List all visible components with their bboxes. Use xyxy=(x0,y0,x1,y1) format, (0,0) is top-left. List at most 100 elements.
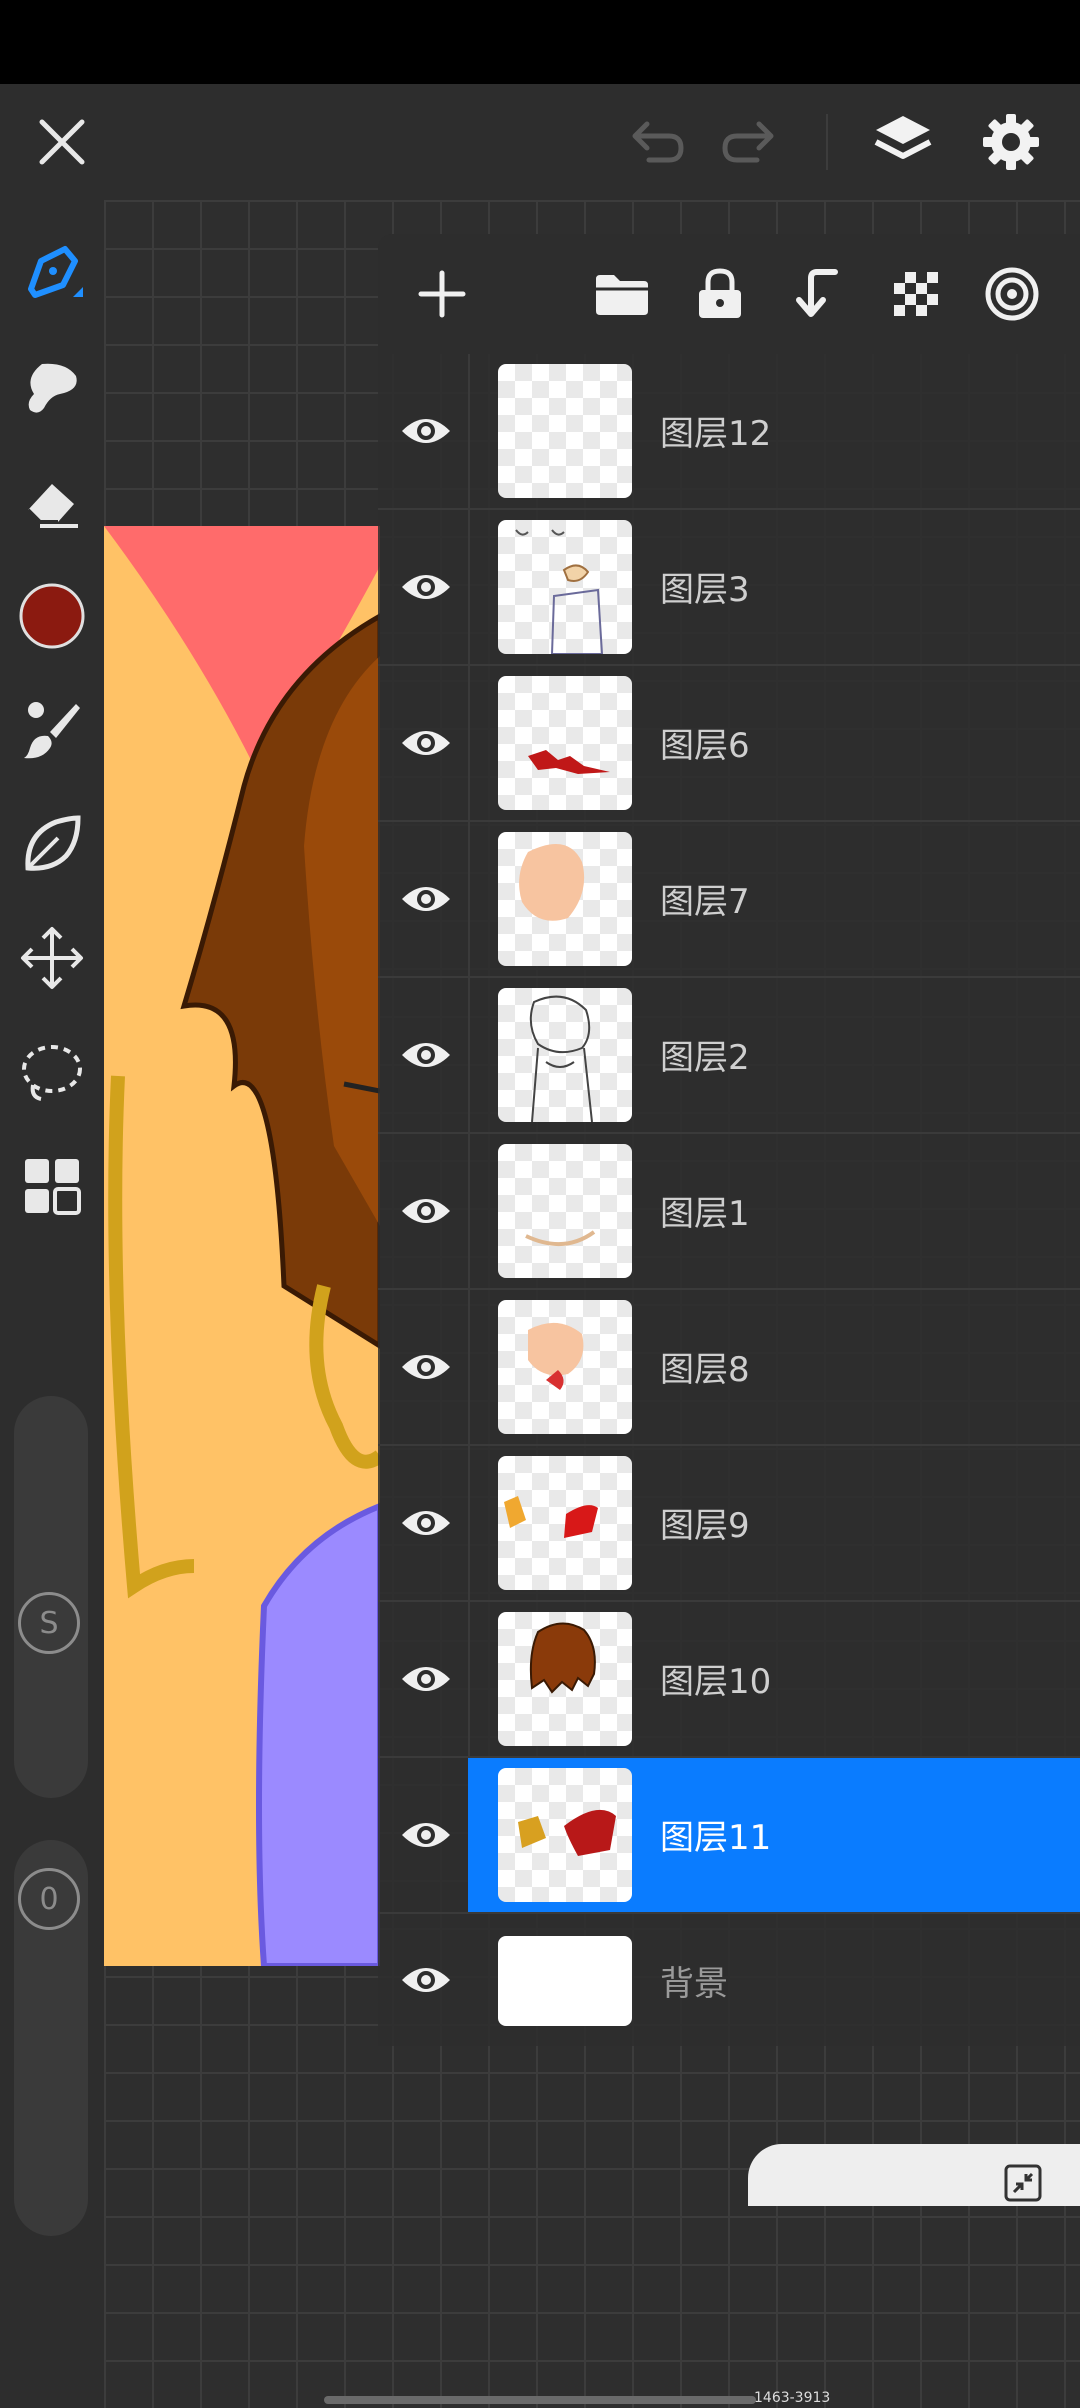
settings-button[interactable] xyxy=(974,106,1048,178)
visibility-toggle[interactable] xyxy=(398,869,454,929)
layer-name: 图层10 xyxy=(660,1662,772,1702)
visibility-toggle[interactable] xyxy=(398,557,454,617)
new-folder-button[interactable] xyxy=(588,260,656,328)
layer-name: 图层12 xyxy=(660,414,772,454)
opacity-slider-badge: 0 xyxy=(18,1868,80,1930)
thumbnail-drawing xyxy=(515,529,604,654)
left-toolbar: S 0 xyxy=(0,200,104,2408)
pen-icon xyxy=(28,246,83,298)
color-circle xyxy=(19,583,85,649)
eye-icon xyxy=(402,575,450,599)
transparency-button[interactable] xyxy=(882,260,950,328)
row-divider xyxy=(468,978,470,1132)
toolbar-divider xyxy=(826,114,828,170)
status-bar xyxy=(0,0,1080,84)
artwork-canvas[interactable] xyxy=(104,526,380,1966)
move-icon xyxy=(21,927,83,989)
thumbnail-drawing xyxy=(519,844,585,921)
eye-icon xyxy=(402,419,450,443)
visibility-toggle[interactable] xyxy=(398,1493,454,1553)
layer-row[interactable]: 图层2 xyxy=(378,978,1080,1134)
layer-name: 图层9 xyxy=(660,1506,750,1546)
layer-row[interactable]: 图层10 xyxy=(378,1602,1080,1758)
eye-icon xyxy=(402,731,450,755)
row-divider xyxy=(468,1290,470,1444)
gear-icon xyxy=(983,114,1039,170)
layers-button[interactable] xyxy=(866,106,940,178)
layer-name: 图层3 xyxy=(660,570,750,610)
eye-icon xyxy=(402,1199,450,1223)
eye-icon xyxy=(402,1823,450,1847)
add-layer-button[interactable] xyxy=(408,260,476,328)
layer-row[interactable]: 图层6 xyxy=(378,666,1080,822)
eye-icon xyxy=(402,1355,450,1379)
row-divider xyxy=(468,1134,470,1288)
layer-name: 图层6 xyxy=(660,726,750,766)
visibility-toggle[interactable] xyxy=(398,1805,454,1865)
row-divider xyxy=(468,822,470,976)
row-divider xyxy=(468,666,470,820)
target-button[interactable] xyxy=(978,260,1046,328)
layer-row-selected[interactable]: 图层11 xyxy=(378,1758,1080,1914)
visibility-toggle[interactable] xyxy=(398,1337,454,1397)
color-swatch[interactable] xyxy=(14,578,90,654)
layer-name: 图层1 xyxy=(660,1194,750,1234)
layer-row[interactable]: 图层1 xyxy=(378,1134,1080,1290)
row-divider xyxy=(468,510,470,664)
visibility-toggle[interactable] xyxy=(398,1025,454,1085)
visibility-toggle[interactable] xyxy=(398,1649,454,1709)
collapse-icon[interactable] xyxy=(1004,2164,1044,2204)
lasso-icon xyxy=(22,1045,82,1101)
layer-row[interactable]: 图层3 xyxy=(378,510,1080,666)
brush-tool[interactable] xyxy=(14,692,90,768)
transform-tool[interactable] xyxy=(14,920,90,996)
layer-row[interactable]: 图层12 xyxy=(378,354,1080,510)
layer-row[interactable]: 图层8 xyxy=(378,1290,1080,1446)
eye-icon xyxy=(402,887,450,911)
pen-tool[interactable] xyxy=(14,236,90,312)
lock-icon xyxy=(699,268,741,318)
size-slider-badge: S xyxy=(18,1592,80,1654)
visibility-toggle[interactable] xyxy=(398,1950,454,2010)
gallery-tool[interactable] xyxy=(14,1148,90,1224)
redo-button[interactable] xyxy=(716,108,786,176)
merge-down-icon xyxy=(796,269,838,317)
layer-thumbnail xyxy=(498,1768,632,1902)
layer-thumbnail xyxy=(498,1612,632,1746)
undo-icon xyxy=(632,121,684,163)
row-divider xyxy=(468,1446,470,1600)
thumbnail-drawing xyxy=(529,1622,596,1694)
merge-down-button[interactable] xyxy=(784,260,852,328)
layers-panel-toolbar xyxy=(378,234,1080,354)
lasso-tool[interactable] xyxy=(14,1034,90,1110)
visibility-toggle[interactable] xyxy=(398,1181,454,1241)
layer-row[interactable]: 图层9 xyxy=(378,1446,1080,1602)
layer-thumbnail xyxy=(498,364,632,498)
lock-layer-button[interactable] xyxy=(686,260,754,328)
close-button[interactable] xyxy=(28,108,96,176)
layer-name: 图层11 xyxy=(660,1818,772,1858)
redo-icon xyxy=(722,121,774,163)
layer-name: 图层8 xyxy=(660,1350,750,1390)
layer-row[interactable]: 背景 xyxy=(378,1914,1080,2046)
reference-popup[interactable] xyxy=(748,2144,1080,2206)
row-divider xyxy=(468,1602,470,1756)
target-icon xyxy=(985,267,1039,321)
layer-row[interactable]: 图层7 xyxy=(378,822,1080,978)
build-label: 1463-3913 xyxy=(754,2390,831,2406)
home-indicator[interactable] xyxy=(324,2396,756,2404)
smudge-tool[interactable] xyxy=(14,350,90,426)
visibility-toggle[interactable] xyxy=(398,713,454,773)
smudge-icon xyxy=(28,363,77,413)
folder-icon xyxy=(596,275,648,315)
layer-thumbnail xyxy=(498,1936,632,2026)
undo-button[interactable] xyxy=(620,108,690,176)
eraser-tool[interactable] xyxy=(14,464,90,540)
grid-icon xyxy=(25,1159,81,1215)
layer-thumbnail xyxy=(498,676,632,810)
shape-tool[interactable] xyxy=(14,806,90,882)
row-divider xyxy=(468,354,470,508)
visibility-toggle[interactable] xyxy=(398,401,454,461)
eye-icon xyxy=(402,1511,450,1535)
add-icon xyxy=(418,270,466,318)
